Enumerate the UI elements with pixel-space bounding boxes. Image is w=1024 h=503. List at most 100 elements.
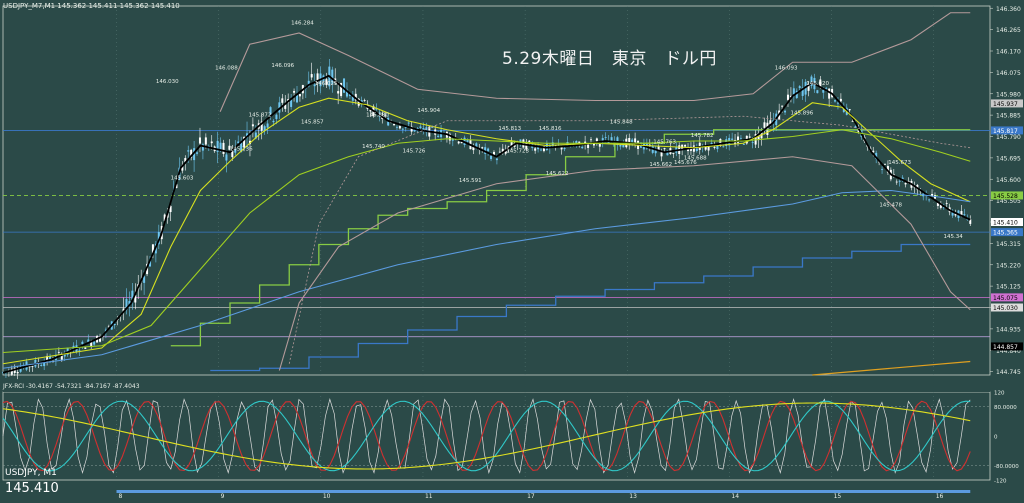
candle-body xyxy=(828,88,831,99)
y-tick-label: 146.265 xyxy=(996,27,1021,34)
candle-body xyxy=(498,151,501,153)
candle-body xyxy=(595,138,598,142)
x-tick-label: 10 xyxy=(323,493,331,500)
candle-body xyxy=(884,163,886,165)
candle-body xyxy=(40,365,43,366)
candle-body xyxy=(84,347,87,349)
y-tick-label: 145.695 xyxy=(996,155,1021,162)
candle-body xyxy=(739,137,742,139)
x-tick-label: 17 xyxy=(527,493,535,500)
x-tick-label: 8 xyxy=(119,493,123,500)
candle-body xyxy=(581,146,584,149)
candle-body xyxy=(695,148,698,151)
candle-body xyxy=(710,142,713,145)
candle-body xyxy=(343,78,346,93)
candle-body xyxy=(251,124,254,127)
price-annotation: 145.880 xyxy=(366,113,389,119)
candle-body xyxy=(457,141,460,144)
candle-body xyxy=(895,181,898,183)
indicator-header: JFX-RCI -30.4167 -54.7321 -84.7167 -87.4… xyxy=(3,383,140,390)
candle-body xyxy=(519,139,522,142)
candle-body xyxy=(904,182,907,185)
candle-body xyxy=(196,152,199,154)
y-tick-label: 146.075 xyxy=(996,70,1021,77)
price-tag-label: 145.817 xyxy=(993,128,1018,135)
candle-body xyxy=(763,122,766,128)
sub-tick-label: 0 xyxy=(994,435,998,441)
price-annotation: 146.284 xyxy=(291,20,314,26)
candle-body xyxy=(781,105,784,107)
candle-body xyxy=(839,98,842,102)
candle-body xyxy=(113,323,116,326)
price-annotation: 145.34 xyxy=(943,234,963,240)
candle-body xyxy=(792,88,795,95)
y-tick-label: 145.600 xyxy=(996,177,1021,184)
current-price: 145.410 xyxy=(5,481,59,496)
candle-body xyxy=(490,155,493,160)
candle-body xyxy=(587,144,590,148)
candle-body xyxy=(93,341,96,345)
price-annotation: 145.848 xyxy=(610,119,633,125)
candle-body xyxy=(660,152,663,157)
price-annotation: 145.782 xyxy=(691,133,714,139)
price-annotation: 145.478 xyxy=(879,203,902,209)
chart-header: USDJPY_M7,M1 145.362 145.411 145.362 145… xyxy=(3,2,180,10)
candle-body xyxy=(57,351,60,353)
candle-body xyxy=(237,141,240,144)
price-chart[interactable]: 146.284 146.030 146.088 146.096 146.025 145.8… xyxy=(0,0,1024,503)
candle-body xyxy=(422,128,425,130)
candle-body xyxy=(419,126,422,129)
candle-body xyxy=(851,121,854,122)
y-tick-label: 145.790 xyxy=(996,134,1021,141)
price-annotation: 146.088 xyxy=(215,65,238,71)
candle-body xyxy=(751,142,754,143)
candle-body xyxy=(487,148,490,152)
candle-body xyxy=(281,98,284,103)
candle-body xyxy=(296,95,298,103)
candle-body xyxy=(731,138,734,140)
price-annotation: 146.025 xyxy=(315,81,338,87)
candle-body xyxy=(298,94,301,97)
price-annotation: 145.736 xyxy=(230,146,253,152)
price-annotation: 146.096 xyxy=(271,63,294,69)
sub-tick-label: 120 xyxy=(994,391,1005,397)
symbol-label: USDJPY, M1 xyxy=(5,468,57,478)
candle-body xyxy=(275,114,278,120)
candle-body xyxy=(63,354,66,357)
price-annotation: 145.723 xyxy=(506,149,529,155)
candle-body xyxy=(798,86,801,89)
candle-body xyxy=(563,147,566,150)
y-tick-label: 145.315 xyxy=(996,241,1021,248)
price-annotation: 145.603 xyxy=(171,176,194,182)
candle-body xyxy=(898,180,901,182)
candle-body xyxy=(407,122,410,124)
candle-body xyxy=(722,146,725,148)
candle-body xyxy=(337,91,340,94)
price-annotation: 145.726 xyxy=(403,149,426,155)
price-annotation: 145.676 xyxy=(674,160,697,166)
price-tag-label: 145.937 xyxy=(993,101,1018,108)
candle-body xyxy=(310,74,313,78)
candle-body xyxy=(293,90,296,93)
price-tag-label: 145.410 xyxy=(993,220,1018,227)
price-annotation: 145.591 xyxy=(459,178,482,184)
candle-body xyxy=(822,90,825,93)
candle-body xyxy=(225,154,228,161)
candle-body xyxy=(481,147,484,149)
y-tick-label: 146.170 xyxy=(996,49,1021,56)
sub-tick-label: 80.0000 xyxy=(994,405,1017,411)
candle-body xyxy=(401,128,404,130)
price-tag-label: 145.030 xyxy=(993,305,1018,312)
candle-body xyxy=(31,366,34,368)
x-tick-label: 15 xyxy=(834,493,842,500)
candle-body xyxy=(395,126,398,128)
price-annotation: 145.813 xyxy=(498,126,521,132)
price-annotation: 145.622 xyxy=(546,171,569,177)
price-annotation: 145.896 xyxy=(790,110,813,116)
candle-body xyxy=(495,158,498,161)
chart-title: 5.29木曜日 東京 ドル円 xyxy=(502,49,717,69)
candle-body xyxy=(604,137,607,138)
price-annotation: 145.857 xyxy=(301,119,324,125)
candle-body xyxy=(204,137,207,145)
price-tag-label: 145.528 xyxy=(993,193,1018,200)
